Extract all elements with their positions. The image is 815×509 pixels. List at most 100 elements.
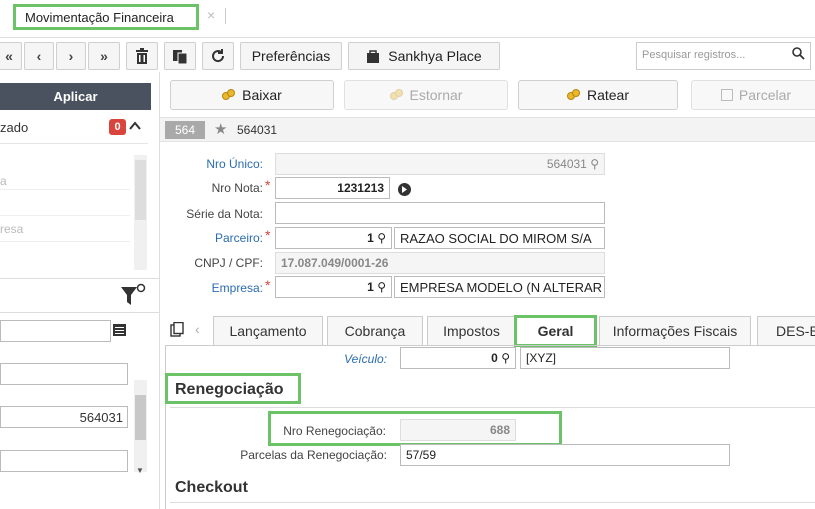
chevron-left-icon: ‹ [36,48,42,64]
veiculo-name-field: [XYZ] [520,347,730,369]
tab-geral[interactable]: Geral [514,315,597,347]
coins-icon [566,89,581,101]
tab-informacoes-fiscais[interactable]: Informações Fiscais [599,316,751,345]
tab-des-b[interactable]: DES-B [757,316,815,345]
filter-field[interactable] [0,450,128,472]
scroll-down-icon[interactable]: ▼ [136,466,144,475]
filter-field[interactable] [0,363,128,385]
copy-button[interactable] [164,42,196,70]
preferences-label: Preferências [251,48,331,64]
veiculo-code-field[interactable]: 0 ⚲ [400,347,516,369]
nro-unico-field: 564031 ⚲ [275,153,605,175]
previous-record-button[interactable]: ‹ [24,42,54,70]
nro-unico-label: Nro Único: [206,157,263,171]
parcelas-renegociacao-label: Parcelas da Renegociação: [240,448,387,462]
renegociacao-title: Renegociação [175,381,284,398]
tab-content-border [165,345,166,509]
required-marker: * [265,227,271,243]
record-title: 564031 [237,123,278,137]
tab-lancamento[interactable]: Lançamento [213,316,323,345]
nro-unico-value: 564031 [546,157,587,171]
tab-scroll-left-icon[interactable]: ‹ [195,321,200,337]
nro-renegociacao-field: 688 [400,419,516,441]
search-icon[interactable]: ⚲ [377,280,386,294]
chevron-up-icon[interactable] [129,118,141,134]
parceiro-code-field[interactable]: 1 ⚲ [275,227,392,249]
calendar-icon[interactable] [113,323,126,339]
close-tab-icon[interactable]: × [207,7,215,23]
shop-bag-icon [367,50,380,63]
section-divider [170,407,815,408]
record-badge: 564 [165,121,205,139]
search-icon[interactable] [792,47,805,63]
next-record-button[interactable]: › [56,42,86,70]
coins-icon [222,89,236,101]
trash-icon [136,48,148,64]
parcelar-button[interactable]: Parcelar [691,80,815,110]
cnpj-label: CNPJ / CPF: [194,256,263,270]
double-right-chevron-icon: » [100,48,108,64]
copy-icon [173,50,187,64]
empresa-code-field[interactable]: 1 ⚲ [275,276,392,298]
nro-nota-field[interactable]: 1231213 [275,177,390,199]
filter-count-badge: 0 [109,119,126,135]
last-record-button[interactable]: » [88,42,120,70]
parcelas-renegociacao-field[interactable]: 57/59 [400,444,730,466]
double-left-chevron-icon: « [5,48,13,64]
preferences-button[interactable]: Preferências [240,42,342,70]
estornar-button[interactable]: Estornar [344,80,508,110]
sankhya-place-label: Sankhya Place [388,48,482,64]
baixar-button[interactable]: Baixar [170,80,334,110]
parceiro-name-field: RAZAO SOCIAL DO MIROM S/A [394,227,605,249]
required-marker: * [265,177,271,193]
tab-divider [225,8,226,24]
tab-content-border [165,345,815,346]
apply-button[interactable]: Aplicar [0,83,151,110]
star-icon[interactable]: ★ [214,120,227,138]
ratear-label: Ratear [586,87,630,103]
filter-icon[interactable] [120,283,146,312]
copy-tabs-icon[interactable] [170,321,185,340]
parcelar-label: Parcelar [738,87,792,103]
search-icon[interactable]: ⚲ [501,351,510,365]
refresh-button[interactable] [202,42,234,70]
veiculo-code: 0 [491,351,498,365]
baixar-label: Baixar [242,87,282,103]
panel-scrollbar-thumb[interactable] [135,395,146,440]
empresa-label: Empresa: [211,281,263,295]
nro-renegociacao-label: Nro Renegociação: [283,424,386,438]
list-item[interactable] [0,192,130,216]
tab-cobranca[interactable]: Cobrança [327,316,423,345]
tab-impostos[interactable]: Impostos [427,316,516,345]
list-item[interactable]: a [0,170,130,190]
filter-field-nro[interactable]: 564031 [0,406,128,428]
panel-scrollbar-thumb[interactable] [135,160,146,220]
estornar-label: Estornar [409,87,463,103]
search-input[interactable]: Pesquisar registros... [636,42,811,70]
refresh-icon [212,49,225,63]
search-icon[interactable]: ⚲ [590,157,599,171]
panel-divider [0,278,160,279]
list-item[interactable]: resa [0,218,130,242]
sankhya-place-button[interactable]: Sankhya Place [348,42,500,70]
parcel-icon [720,89,733,101]
arrow-right-circle-icon[interactable] [398,183,411,196]
parceiro-label: Parceiro: [214,231,263,245]
empresa-name-field: EMPRESA MODELO (N ALTERAR [394,276,605,298]
first-record-button[interactable]: « [0,42,22,70]
panel-divider [0,143,148,144]
section-divider [170,502,815,503]
checkout-title: Checkout [175,479,248,496]
date-field[interactable] [0,320,111,342]
delete-button[interactable] [126,42,158,70]
chevron-right-icon: › [68,48,74,64]
ratear-button[interactable]: Ratear [518,80,678,110]
serie-field[interactable] [275,202,605,224]
window-tab-movimentacao[interactable]: Movimentação Financeira [13,4,199,30]
empresa-code: 1 [367,280,374,294]
veiculo-label: Veículo: [344,352,387,366]
coins-icon [389,89,404,101]
nro-nota-label: Nro Nota: [211,181,263,195]
filter-label: zado [0,120,29,135]
search-icon[interactable]: ⚲ [377,231,386,245]
